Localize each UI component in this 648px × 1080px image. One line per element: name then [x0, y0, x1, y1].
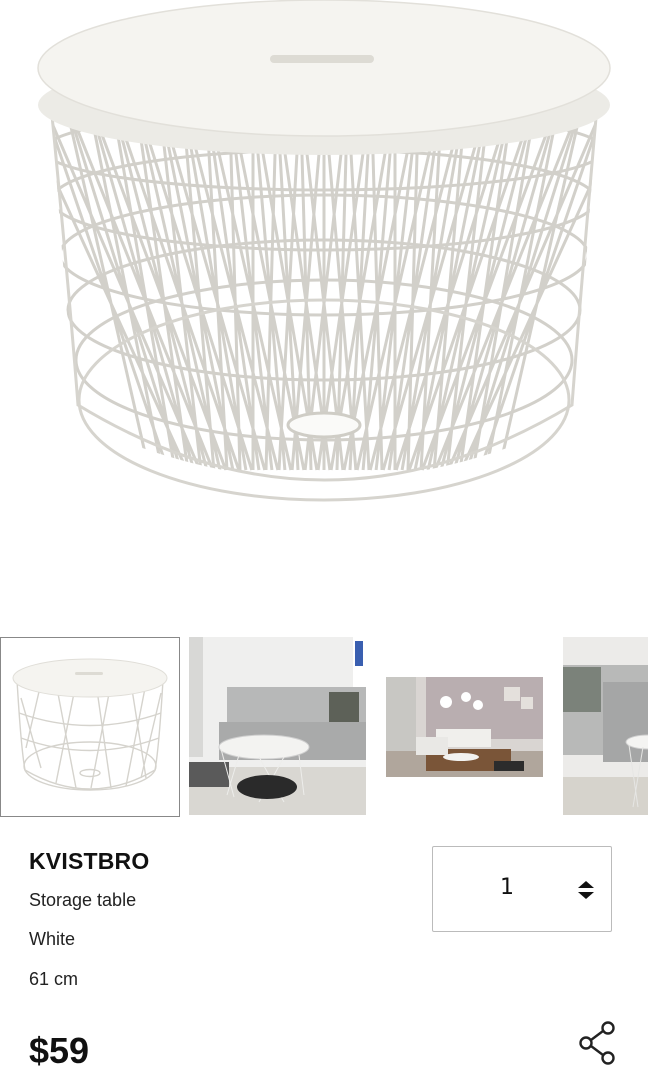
quantity-value: 1 — [500, 875, 514, 900]
product-main-image[interactable] — [0, 0, 648, 620]
product-name: KVISTBRO — [29, 848, 150, 874]
storage-table-illustration — [37, 0, 611, 502]
thumbnail-carousel[interactable] — [0, 637, 648, 817]
thumbnail-living-room-image — [386, 677, 543, 777]
thumbnail-sofa-closeup-image — [563, 637, 648, 815]
thumbnail-living-room-wide[interactable] — [386, 677, 543, 777]
share-icon[interactable] — [578, 1020, 618, 1073]
thumbnail-sofa-closeup[interactable] — [563, 637, 648, 817]
thumbnail-sofa-room-image — [189, 637, 366, 815]
thumbnail-product-front[interactable] — [0, 637, 180, 817]
product-type: Storage table — [29, 890, 137, 910]
thumbnail-table-image — [1, 638, 179, 816]
product-color: White — [29, 929, 76, 949]
thumbnail-sofa-room[interactable] — [189, 637, 366, 817]
product-price: $59 — [29, 1030, 90, 1071]
quantity-stepper[interactable]: 1 — [432, 846, 612, 932]
up-down-arrows-icon[interactable] — [577, 880, 595, 905]
product-size: 61 cm — [29, 969, 79, 989]
